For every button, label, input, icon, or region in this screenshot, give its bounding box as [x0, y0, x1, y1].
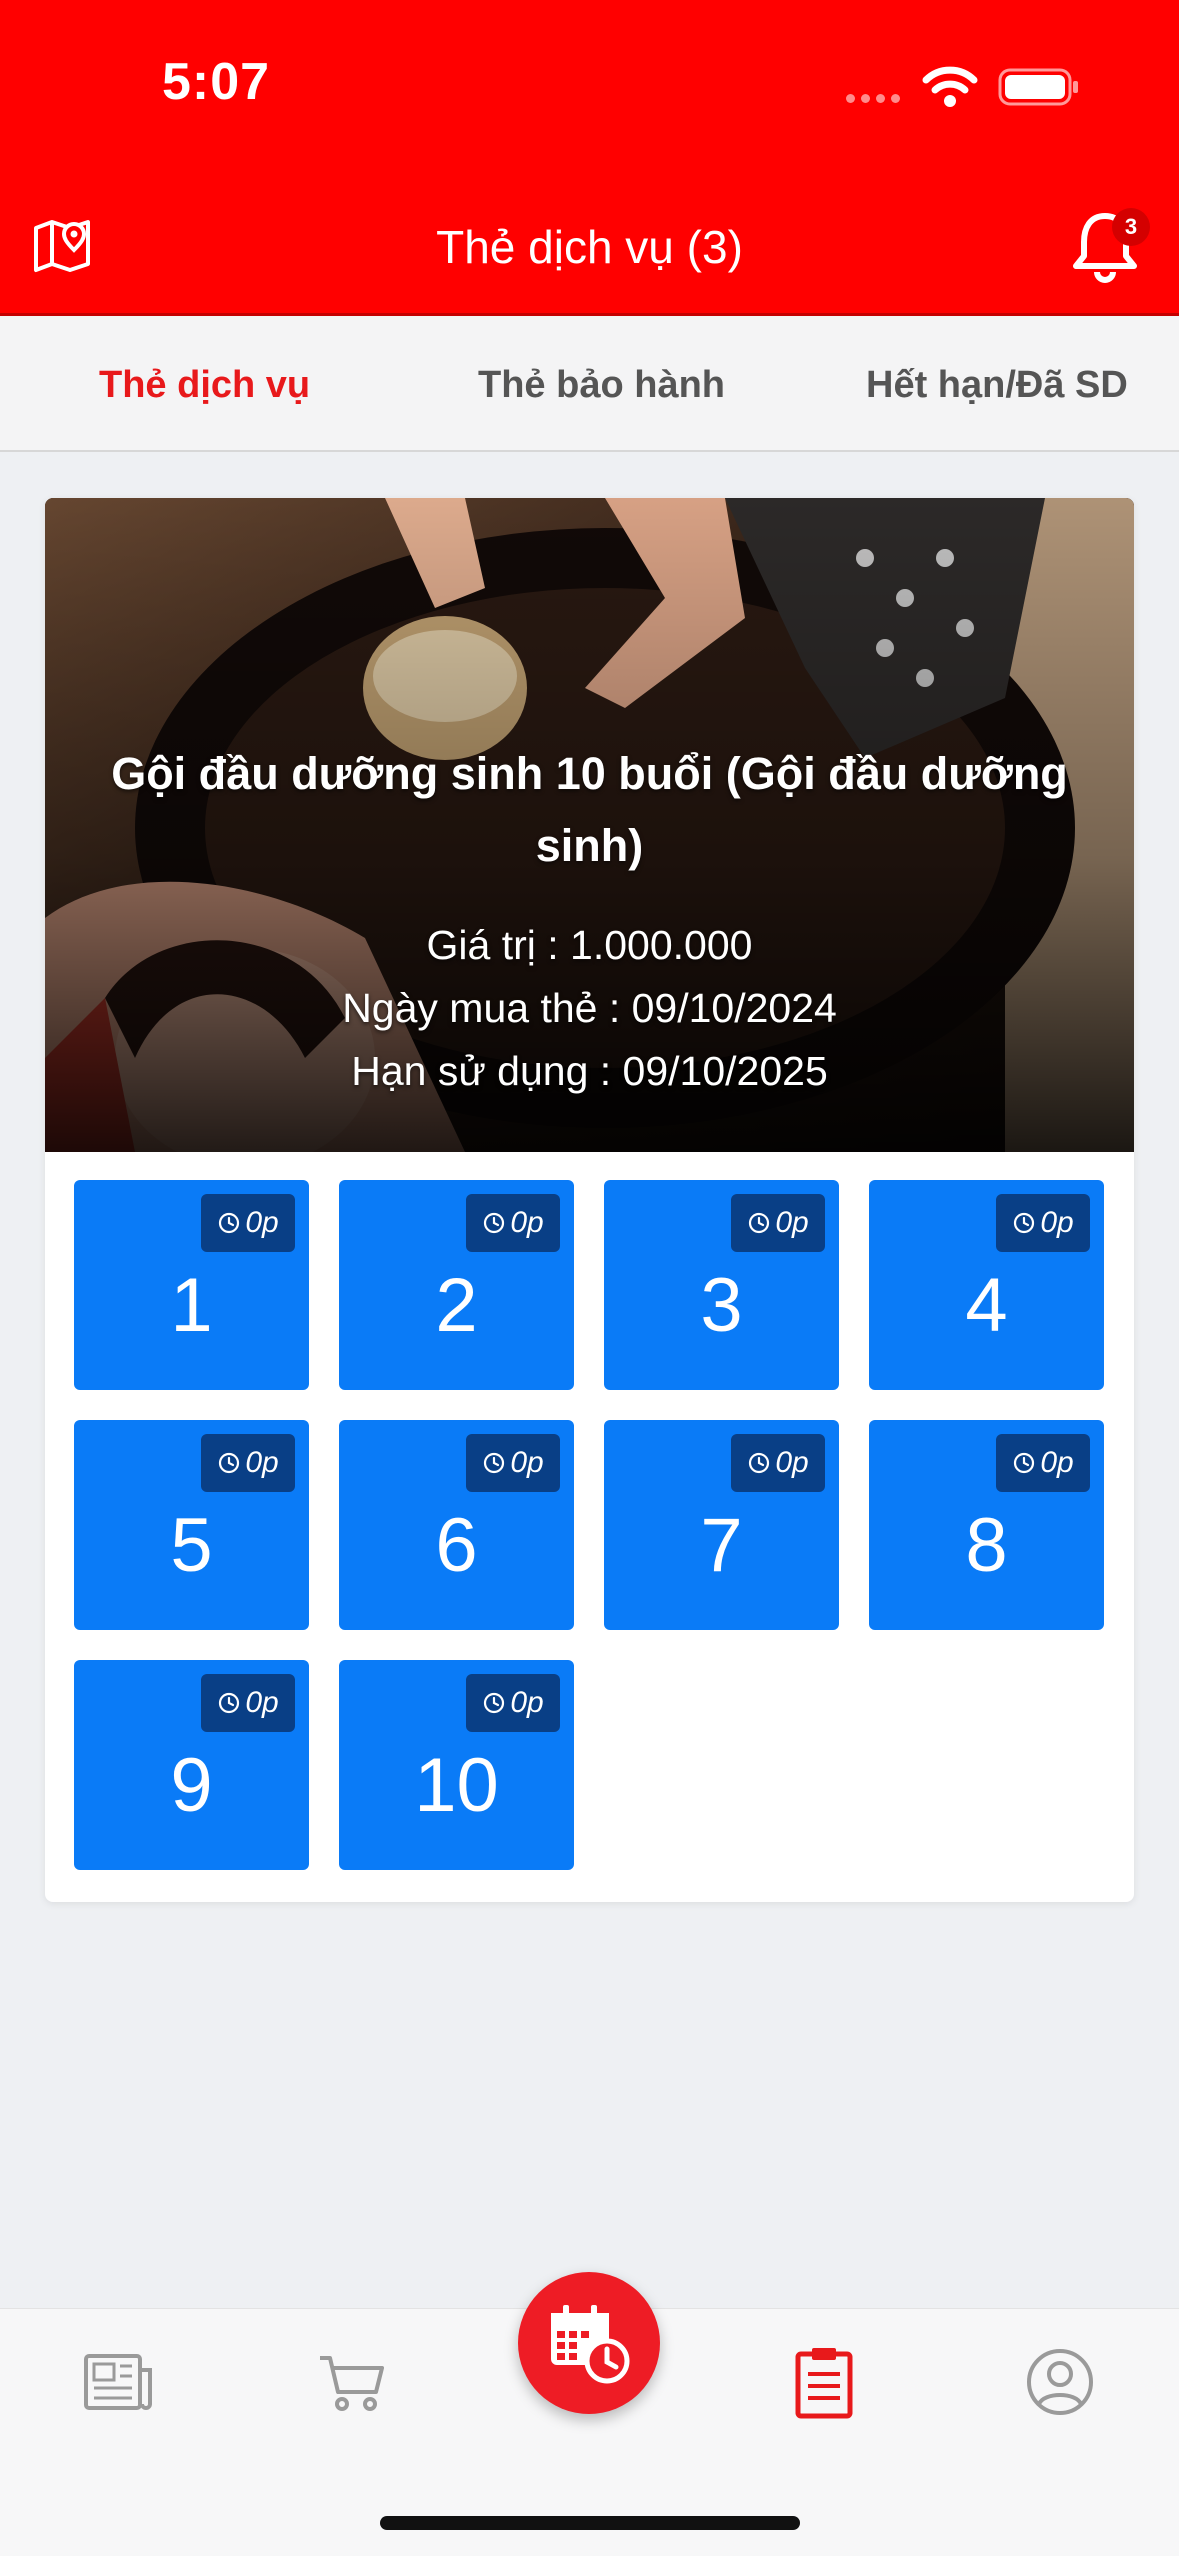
- session-number: 2: [435, 1263, 478, 1348]
- session-duration: 0p: [775, 1446, 809, 1479]
- session-tile[interactable]: 0p 3: [604, 1180, 839, 1390]
- session-duration: 0p: [1040, 1206, 1074, 1239]
- clock-icon: [749, 1452, 770, 1474]
- card-title: Gội đầu dưỡng sinh 10 buổi (Gội đầu dưỡn…: [111, 748, 1068, 871]
- session-tile[interactable]: 0p 7: [604, 1420, 839, 1630]
- tab-bar: Thẻ dịch vụ Thẻ bảo hành Hết hạn/Đã SD: [0, 316, 1179, 452]
- session-duration-badge: 0p: [996, 1434, 1090, 1492]
- session-duration: 0p: [245, 1206, 279, 1239]
- clock-icon: [484, 1452, 505, 1474]
- news-icon[interactable]: [80, 2344, 156, 2420]
- user-circle-icon[interactable]: [1022, 2344, 1098, 2420]
- tab-service-cards[interactable]: Thẻ dịch vụ: [99, 364, 310, 407]
- clock-icon: [219, 1212, 240, 1234]
- session-duration-badge: 0p: [201, 1674, 295, 1732]
- session-number: 1: [170, 1263, 213, 1348]
- signal-icon: [846, 94, 900, 103]
- card-expiry-date: Hạn sử dụng : 09/10/2025: [351, 1048, 828, 1094]
- session-duration-badge: 0p: [466, 1674, 560, 1732]
- clock-icon: [219, 1452, 240, 1474]
- card-value: Giá trị : 1.000.000: [426, 922, 753, 968]
- clock-icon: [749, 1212, 770, 1234]
- session-duration-badge: 0p: [201, 1194, 295, 1252]
- session-tile[interactable]: 0p 2: [339, 1180, 574, 1390]
- session-tile[interactable]: 0p 5: [74, 1420, 309, 1630]
- session-number: 5: [170, 1503, 213, 1588]
- battery-icon: [998, 68, 1078, 106]
- clock-icon: [1014, 1212, 1035, 1234]
- service-card[interactable]: Gội đầu dưỡng sinh 10 buổi (Gội đầu dưỡn…: [45, 498, 1134, 1902]
- session-duration-badge: 0p: [731, 1194, 825, 1252]
- booking-fab-button[interactable]: [518, 2272, 660, 2414]
- notification-badge: 3: [1112, 208, 1150, 246]
- tab-warranty-cards[interactable]: Thẻ bảo hành: [478, 364, 725, 407]
- app-header: 5:07 Thẻ dịch vụ (3) 3: [0, 0, 1179, 316]
- clock-icon: [219, 1692, 240, 1714]
- session-tile[interactable]: 0p 1: [74, 1180, 309, 1390]
- session-tile[interactable]: 0p 9: [74, 1660, 309, 1870]
- clock-icon: [1014, 1452, 1035, 1474]
- session-tile[interactable]: 0p 6: [339, 1420, 574, 1630]
- session-duration-badge: 0p: [466, 1194, 560, 1252]
- session-duration: 0p: [245, 1446, 279, 1479]
- session-duration: 0p: [510, 1446, 544, 1479]
- session-number: 9: [170, 1743, 213, 1828]
- session-number: 3: [700, 1263, 743, 1348]
- session-duration-badge: 0p: [996, 1194, 1090, 1252]
- session-duration-badge: 0p: [466, 1434, 560, 1492]
- page-title: Thẻ dịch vụ (3): [436, 221, 743, 273]
- session-number: 8: [965, 1503, 1008, 1588]
- clock-icon: [484, 1692, 505, 1714]
- session-duration: 0p: [510, 1206, 544, 1239]
- session-tile[interactable]: 0p 10: [339, 1660, 574, 1870]
- cart-icon[interactable]: [314, 2344, 390, 2420]
- calendar-clock-icon: [551, 2305, 630, 2384]
- session-duration-badge: 0p: [731, 1434, 825, 1492]
- session-number: 6: [435, 1503, 478, 1588]
- clock-icon: [484, 1212, 505, 1234]
- clipboard-icon[interactable]: [786, 2344, 862, 2420]
- session-number: 4: [965, 1263, 1008, 1348]
- card-purchase-date: Ngày mua thẻ : 09/10/2024: [342, 985, 837, 1031]
- session-number: 7: [700, 1503, 743, 1588]
- session-tile[interactable]: 0p 4: [869, 1180, 1104, 1390]
- tab-expired-used[interactable]: Hết hạn/Đã SD: [866, 364, 1128, 407]
- status-time: 5:07: [162, 53, 271, 111]
- session-duration: 0p: [245, 1686, 279, 1719]
- session-tile[interactable]: 0p 8: [869, 1420, 1104, 1630]
- session-duration: 0p: [510, 1686, 544, 1719]
- wifi-icon: [922, 66, 978, 107]
- session-duration: 0p: [775, 1206, 809, 1239]
- session-duration: 0p: [1040, 1446, 1074, 1479]
- session-number: 10: [414, 1743, 499, 1828]
- session-duration-badge: 0p: [201, 1434, 295, 1492]
- home-indicator: [380, 2516, 800, 2530]
